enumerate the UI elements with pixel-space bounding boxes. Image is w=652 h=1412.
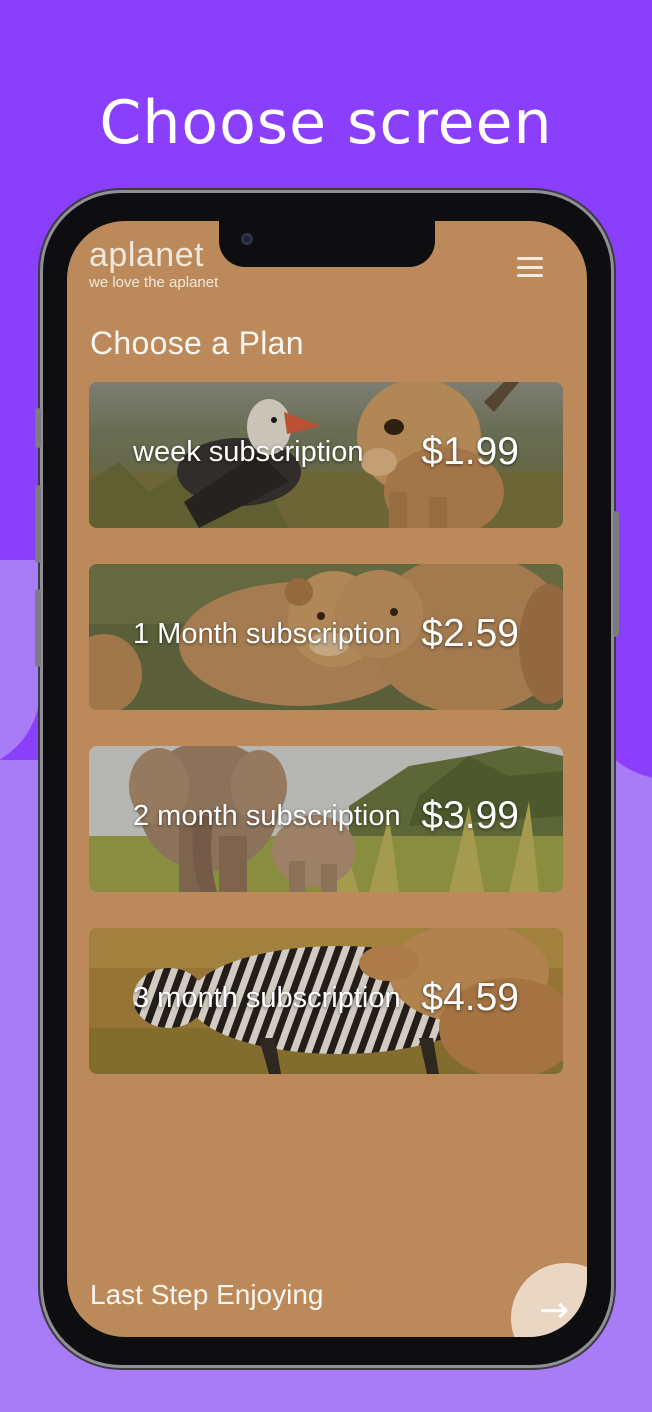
plan-name: 2 month subscription: [133, 800, 401, 832]
plan-card-1-month[interactable]: 1 Month subscription $2.59: [89, 564, 563, 710]
page: Choose screen aplanet we love the aplane…: [0, 0, 652, 1412]
app-screen: aplanet we love the aplanet Choose a Pla…: [67, 221, 587, 1337]
plan-name: week subscription: [133, 436, 364, 468]
front-camera: [241, 233, 253, 245]
plan-name: 1 Month subscription: [133, 618, 401, 650]
plan-price: $3.99: [421, 794, 519, 837]
plan-card-week[interactable]: week subscription $1.99: [89, 382, 563, 528]
plan-price: $2.59: [421, 612, 519, 655]
menu-icon-line: [517, 257, 543, 260]
hamburger-menu-icon[interactable]: [517, 257, 543, 277]
next-button[interactable]: →: [511, 1263, 587, 1337]
plan-card-3-month[interactable]: 3 month subscription $4.59: [89, 928, 563, 1074]
menu-icon-line: [517, 265, 543, 269]
phone-mute-switch: [35, 408, 41, 448]
phone-volume-down: [35, 589, 41, 667]
brand-name: aplanet: [89, 236, 205, 274]
menu-icon-line: [517, 274, 543, 277]
plan-name: 3 month subscription: [133, 982, 401, 1014]
phone-notch: [219, 221, 435, 267]
footer-text: Last Step Enjoying: [90, 1279, 324, 1310]
plan-price: $1.99: [421, 430, 519, 473]
phone-frame: aplanet we love the aplanet Choose a Pla…: [35, 193, 619, 1365]
section-title: Choose a Plan: [90, 325, 304, 361]
headline: Choose screen: [99, 88, 553, 158]
phone-volume-up: [35, 485, 41, 563]
brand-tagline: we love the aplanet: [89, 274, 219, 291]
brand-logo: aplanet we love the aplanet: [89, 235, 218, 291]
phone-power-button: [613, 511, 619, 637]
plan-price: $4.59: [421, 976, 519, 1019]
plan-card-2-month[interactable]: 2 month subscription $3.99: [89, 746, 563, 892]
arrow-right-icon: →: [539, 1290, 570, 1331]
